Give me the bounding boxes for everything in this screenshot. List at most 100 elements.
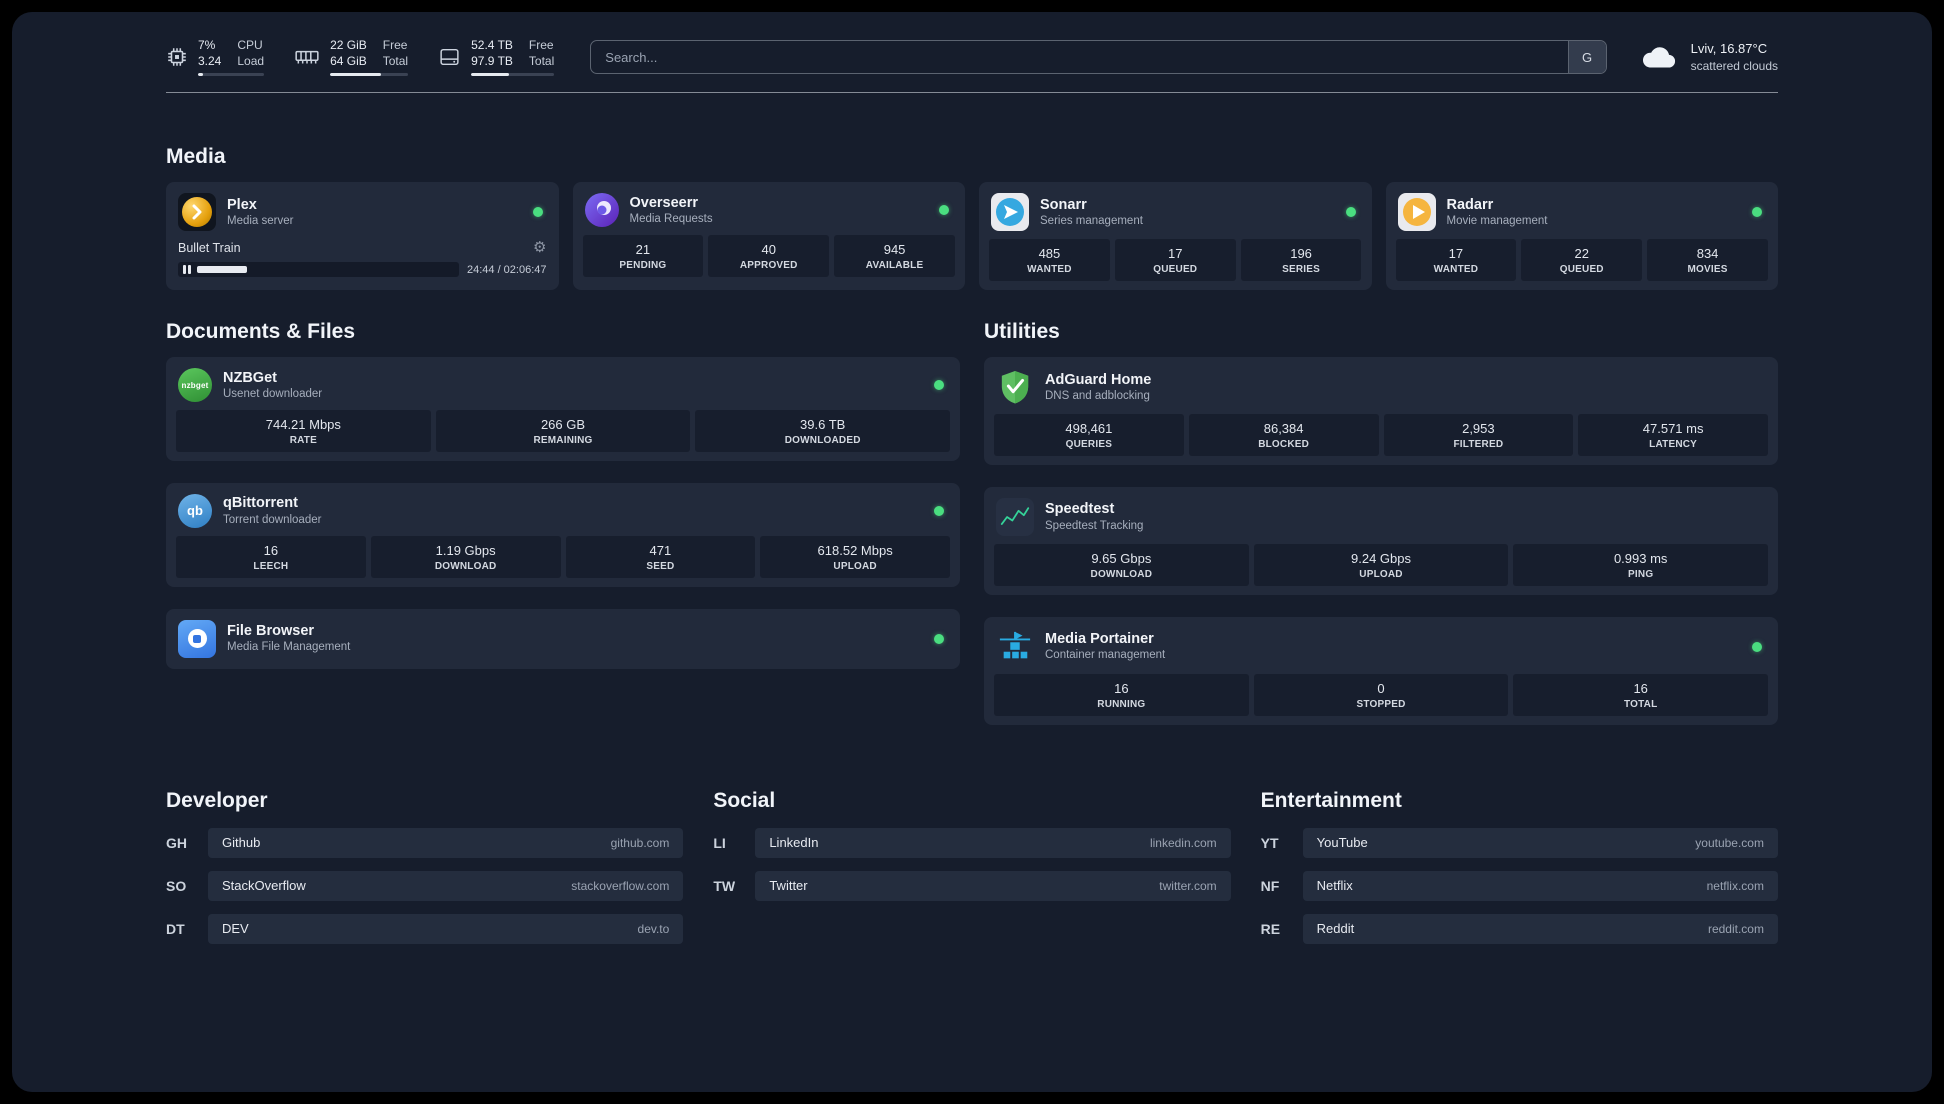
app-card-adguard[interactable]: AdGuard Home DNS and adblocking 498,461 … [984,357,1778,465]
section-heading-entertainment: Entertainment [1260,788,1402,812]
dashboard-panel: 7% CPU 3.24 Load 22 GiB Free 64 GiB Tota… [12,12,1932,1092]
sonarr-icon [991,193,1029,232]
bookmark-row[interactable]: TW Twitter twitter.com [713,870,1231,901]
bookmark-link-reddit[interactable]: Reddit reddit.com [1302,913,1778,944]
disk-icon [440,49,459,66]
stat: 16 RUNNING [994,673,1249,716]
app-card-sonarr[interactable]: Sonarr Series management 485 WANTED 17 Q… [979,182,1372,291]
app-card-radarr[interactable]: Radarr Movie management 17 WANTED 22 QUE… [1385,182,1778,291]
stat: 471 SEED [565,535,756,578]
stat: 744.21 Mbps RATE [176,410,431,452]
disk-progress [471,73,555,77]
bookmark-row[interactable]: RE Reddit reddit.com [1260,913,1778,944]
bookmark-link-github[interactable]: Github github.com [208,827,684,858]
stat: 39.6 TB DOWNLOADED [695,410,951,452]
weather-condition: scattered clouds [1690,58,1778,73]
memory-free-label: Free [382,38,408,52]
stat: 0 STOPPED [1253,673,1509,716]
plex-icon [178,193,216,232]
section-heading-media: Media [166,145,226,169]
bookmark-link-twitter[interactable]: Twitter twitter.com [755,870,1231,901]
app-title: qBittorrent [223,495,298,512]
search-bar: G [590,40,1607,75]
app-subtitle: Speedtest Tracking [1045,519,1144,532]
topbar-divider [166,92,1778,94]
app-card-speedtest[interactable]: Speedtest Speedtest Tracking 9.65 Gbps D… [984,486,1778,595]
memory-total-label: Total [382,53,409,68]
app-subtitle: DNS and adblocking [1045,389,1150,402]
bookmark-group-developer: Developer GH Github github.com SO StackO… [166,789,684,957]
bookmark-link-dev[interactable]: DEV dev.to [208,913,684,944]
bookmark-link-linkedin[interactable]: LinkedIn linkedin.com [755,827,1231,858]
app-title: Sonarr [1040,196,1087,213]
media-card-grid: Plex Media server Bullet Train ⚙ 24:44 /… [166,182,1778,291]
gear-icon[interactable]: ⚙ [533,240,546,255]
status-dot [934,633,944,644]
bookmark-row[interactable]: YT YouTube youtube.com [1261,827,1778,858]
bookmark-abbr: RE [1260,920,1281,937]
pause-icon[interactable] [183,265,191,275]
search-input[interactable] [591,49,1568,65]
disk-widget: 52.4 TB Free 97.9 TB Total [438,38,555,77]
app-subtitle: Media File Management [227,641,351,654]
speedtest-icon [996,497,1034,536]
nzbget-icon: nzbget [178,368,212,403]
stat: 1.19 Gbps DOWNLOAD [370,535,561,578]
bookmark-group-entertainment: Entertainment YT YouTube youtube.com NF … [1261,789,1778,957]
cpu-usage-value: 7% [198,38,216,52]
bookmark-row[interactable]: NF Netflix netflix.com [1261,870,1778,901]
memory-free-value: 22 GiB [330,38,367,52]
app-title: Plex [227,196,257,213]
bookmark-row[interactable]: GH Github github.com [166,827,684,858]
bookmark-abbr: DT [166,920,185,937]
bookmark-abbr: SO [166,877,187,894]
disk-free-value: 52.4 TB [471,38,513,52]
cpu-load-label: Load [237,53,265,68]
cpu-progress [198,73,265,77]
weather-widget[interactable]: Lviv, 16.87°C scattered clouds [1637,40,1778,74]
memory-icon [295,50,319,64]
stat: 196 SERIES [1240,239,1362,282]
top-bar: 7% CPU 3.24 Load 22 GiB Free 64 GiB Tota… [166,38,1778,77]
app-card-overseerr[interactable]: Overseerr Media Requests 21 PENDING 40 A… [572,182,965,291]
filebrowser-icon [178,619,216,658]
disk-total-label: Total [528,53,555,68]
stat: 834 MOVIES [1647,239,1768,282]
stat: 47.571 ms LATENCY [1578,414,1768,456]
stat: 618.52 Mbps UPLOAD [760,535,950,578]
disk-total-value: 97.9 TB [471,53,513,68]
app-card-portainer[interactable]: Media Portainer Container management 16 … [984,616,1778,725]
stat: 9.24 Gbps UPLOAD [1253,543,1509,586]
bookmark-link-netflix[interactable]: Netflix netflix.com [1302,870,1778,901]
status-dot [939,205,949,216]
disk-free-label: Free [528,38,554,52]
memory-progress [330,73,409,77]
bookmark-row[interactable]: SO StackOverflow stackoverflow.com [166,870,684,901]
bookmark-row[interactable]: DT DEV dev.to [166,913,684,944]
cpu-icon [168,48,186,66]
stat: 945 AVAILABLE [834,235,955,278]
stat: 21 PENDING [582,235,704,278]
app-card-filebrowser[interactable]: File Browser Media File Management [166,608,960,669]
app-card-qbittorrent[interactable]: qb qBittorrent Torrent downloader 16 LEE… [166,482,960,587]
app-subtitle: Media server [227,214,294,227]
app-title: Speedtest [1045,501,1115,518]
app-title: Overseerr [629,194,699,211]
playback-progress-bar[interactable] [178,262,459,278]
stat: 0.993 ms PING [1513,543,1769,586]
bookmark-link-stackoverflow[interactable]: StackOverflow stackoverflow.com [208,870,684,901]
app-subtitle: Movie management [1446,214,1548,227]
search-provider-button[interactable]: G [1567,41,1606,74]
bookmark-group-social: Social LI LinkedIn linkedin.com TW Twitt… [713,789,1231,957]
bookmark-link-youtube[interactable]: YouTube youtube.com [1302,827,1778,858]
portainer-icon [996,628,1034,666]
stat: 86,384 BLOCKED [1188,414,1379,456]
app-card-plex[interactable]: Plex Media server Bullet Train ⚙ 24:44 /… [166,182,559,291]
app-card-nzbget[interactable]: nzbget NZBGet Usenet downloader 744.21 M… [166,357,960,461]
bookmark-abbr: TW [713,877,736,894]
stat: 16 LEECH [176,535,366,578]
memory-total-value: 64 GiB [330,53,367,68]
documents-column: Documents & Files nzbget NZBGet Usenet d… [166,320,960,669]
cpu-load-value: 3.24 [198,53,222,68]
bookmark-row[interactable]: LI LinkedIn linkedin.com [713,827,1231,858]
